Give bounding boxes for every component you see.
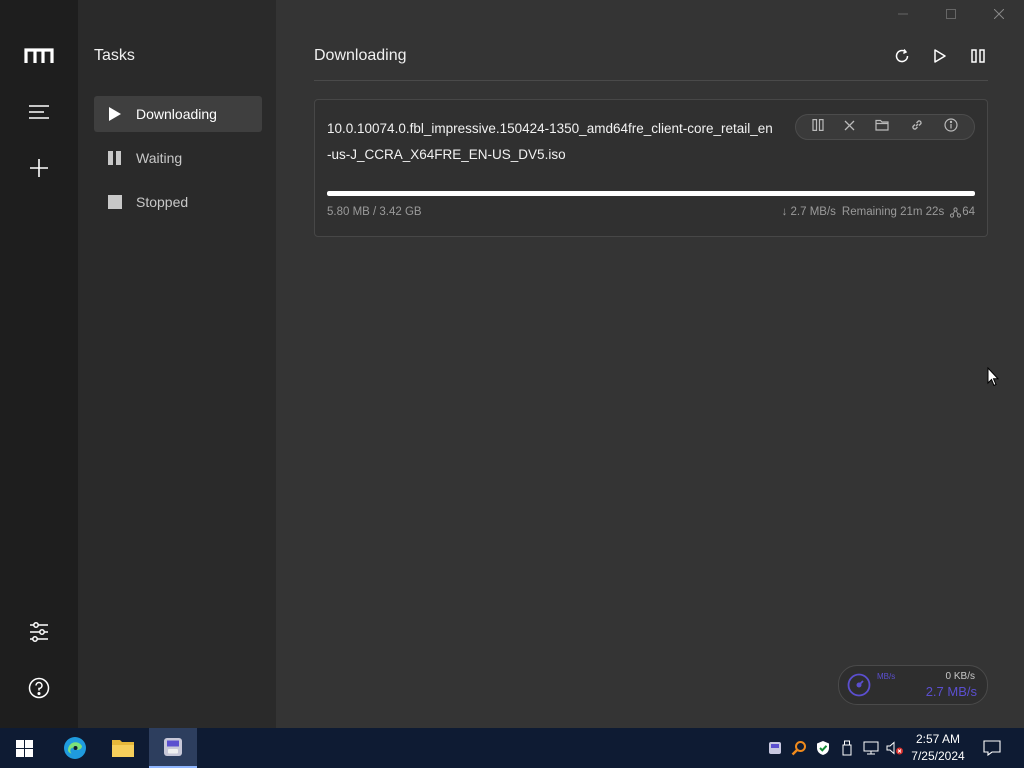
refresh-icon[interactable] [890,44,914,68]
pause-icon [94,151,136,165]
task-size: 5.80 MB / 3.42 GB [327,206,422,218]
search-tool-icon[interactable] [790,728,808,768]
network-icon[interactable] [860,728,882,768]
help-icon[interactable] [19,668,59,708]
connections-count: 64 [962,206,975,218]
motrix-taskbar-icon[interactable] [149,728,197,768]
sidebar-item-downloading[interactable]: Downloading [94,96,262,132]
header-divider [314,80,988,81]
usb-device-icon[interactable] [838,728,856,768]
mouse-cursor [987,366,1000,392]
resume-all-icon[interactable] [928,44,952,68]
folder-icon[interactable] [875,118,890,136]
start-button[interactable] [0,728,48,768]
upload-speed: 0 KB/s [945,671,975,682]
sidebar-item-label: Stopped [136,194,189,210]
menu-icon[interactable] [19,92,59,132]
remaining-time: Remaining 21m 22s [841,206,945,218]
download-speed-total: 2.7 MB/s [925,684,977,699]
security-shield-icon[interactable] [814,728,832,768]
pause-icon[interactable] [812,118,824,136]
link-icon[interactable] [910,118,924,137]
play-icon [94,107,136,121]
main-panel: Downloading 10.0.10074.0.fbl_impressive.… [276,0,1024,728]
volume-muted-icon[interactable] [884,728,906,768]
task-sidebar: Tasks Downloading Waiting Stopped [78,0,276,728]
preferences-icon[interactable] [19,612,59,652]
sidebar-item-label: Downloading [136,106,217,122]
maximize-icon[interactable] [928,0,974,28]
app-rail [0,0,78,728]
add-icon[interactable] [19,148,59,188]
sidebar-title: Tasks [94,47,135,64]
edge-browser-icon[interactable] [51,728,99,768]
task-name: 10.0.10074.0.fbl_impressive.150424-1350_… [327,121,773,162]
sidebar-item-stopped[interactable]: Stopped [94,184,262,220]
info-icon[interactable] [944,117,958,137]
speedometer-icon [847,673,871,702]
notifications-icon[interactable] [978,728,1006,768]
download-speed: ↓ 2.7 MB/s [781,206,836,218]
close-icon[interactable] [976,0,1022,28]
connections: 64 [950,206,975,218]
stop-icon [94,195,136,209]
file-explorer-icon[interactable] [99,728,147,768]
connections-icon [950,206,962,218]
sidebar-item-label: Waiting [136,150,183,166]
task-stats: ↓ 2.7 MB/s Remaining 21m 22s 64 [782,206,975,218]
speedometer-unit: MB/s [877,672,896,681]
motrix-logo-icon[interactable] [19,36,59,76]
taskbar: 2:57 AM 7/25/2024 [0,728,1024,768]
progress-fill [327,191,975,196]
header-actions [890,44,990,68]
pause-all-icon[interactable] [966,44,990,68]
taskbar-date: 7/25/2024 [911,749,965,763]
taskbar-time: 2:57 AM [915,732,961,746]
task-actions [795,114,975,140]
speedometer[interactable]: MB/s 0 KB/s 2.7 MB/s [838,665,988,705]
delete-icon[interactable] [844,118,855,136]
task-item[interactable]: 10.0.10074.0.fbl_impressive.150424-1350_… [314,99,988,237]
page-title: Downloading [314,47,407,64]
sidebar-item-waiting[interactable]: Waiting [94,140,262,176]
tray-app-icon[interactable] [766,728,784,768]
progress-bar [327,191,975,196]
taskbar-clock[interactable]: 2:57 AM 7/25/2024 [905,731,971,765]
minimize-icon[interactable] [880,0,926,28]
